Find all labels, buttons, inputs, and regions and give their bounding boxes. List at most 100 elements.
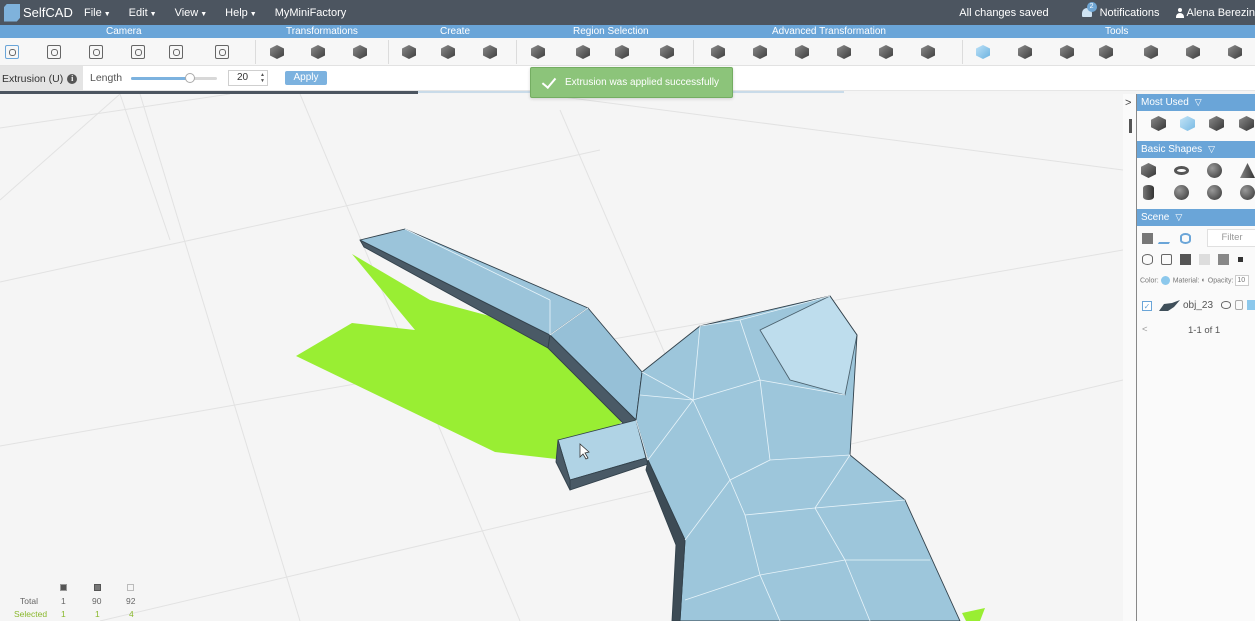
hide-all-icon[interactable]: [1157, 233, 1176, 244]
main-toolbar: [0, 38, 1255, 66]
slicer-button[interactable]: [1184, 43, 1202, 61]
move-tool-button[interactable]: [268, 43, 286, 61]
shape-geosphere[interactable]: [1207, 185, 1222, 200]
camera-front-icon: [47, 45, 61, 59]
chevron-left-icon[interactable]: <: [1142, 324, 1148, 335]
material-icon[interactable]: [1218, 254, 1229, 265]
drawing-button[interactable]: [439, 43, 457, 61]
taper-button[interactable]: [835, 43, 853, 61]
camera-fit-button[interactable]: [213, 43, 231, 61]
group-icon[interactable]: [1142, 233, 1153, 244]
show-all-icon[interactable]: [1180, 233, 1191, 244]
generators-button[interactable]: [481, 43, 499, 61]
hollow-button[interactable]: [1058, 43, 1076, 61]
bell-icon: 2: [1081, 2, 1097, 19]
shape-cylinder[interactable]: [1141, 185, 1156, 200]
taper-icon: [837, 45, 851, 59]
eye-icon[interactable]: [1221, 301, 1231, 309]
most-used-tool-2[interactable]: [1180, 116, 1195, 131]
select-object-button[interactable]: [529, 43, 547, 61]
eye-icon[interactable]: [1142, 254, 1153, 265]
save-status: All changes saved: [959, 6, 1049, 19]
camera-home-button[interactable]: [3, 43, 21, 61]
object-checkbox[interactable]: ✓: [1142, 301, 1152, 311]
opacity-input[interactable]: 10: [1235, 275, 1250, 286]
app-logo[interactable]: SelfCAD: [0, 0, 80, 25]
dot-icon[interactable]: [1238, 257, 1243, 262]
menu-edit-label: Edit: [128, 6, 148, 19]
info-icon[interactable]: i: [67, 73, 78, 84]
chevron-right-icon[interactable]: >: [1125, 97, 1131, 109]
drag-handle[interactable]: [1129, 119, 1132, 133]
shape-sphere[interactable]: [1207, 163, 1222, 178]
material-icon[interactable]: ◐: [1202, 277, 1206, 284]
menu-file[interactable]: File ▼: [84, 7, 111, 19]
chevron-down-icon: ▼: [103, 10, 111, 18]
extrusion-button[interactable]: [709, 43, 727, 61]
copy-tool-button[interactable]: [309, 43, 327, 61]
length-input[interactable]: 20 ▲ ▼: [228, 70, 268, 86]
shapes-button[interactable]: [400, 43, 418, 61]
shape-cube[interactable]: [1141, 163, 1156, 178]
scene-object-row[interactable]: ✓ obj_23: [1137, 296, 1255, 316]
shape-torus[interactable]: [1174, 163, 1189, 178]
spinner-icon[interactable]: ▲ ▼: [260, 72, 265, 84]
magic-tool-button[interactable]: [1226, 43, 1244, 61]
most-used-tool-4[interactable]: [1239, 116, 1254, 131]
user-menu[interactable]: Alena Berezin: [1175, 7, 1255, 19]
section-create: Create: [440, 26, 471, 37]
scene-header[interactable]: Scene ▽: [1137, 209, 1255, 226]
scene-filter-input[interactable]: Filter: [1207, 229, 1255, 247]
menu-edit[interactable]: Edit ▼: [129, 7, 157, 19]
notifications-button[interactable]: 2 Notifications: [1081, 2, 1160, 19]
length-value: 20: [237, 72, 249, 83]
fillet-button[interactable]: [793, 43, 811, 61]
menu-help[interactable]: Help ▼: [225, 7, 257, 19]
shape-cone[interactable]: [1240, 163, 1255, 178]
simplification-button[interactable]: [1016, 43, 1034, 61]
basic-shapes-header[interactable]: Basic Shapes ▽: [1137, 141, 1255, 158]
lock-icon[interactable]: [1235, 300, 1243, 310]
3d-viewport[interactable]: [0, 94, 1123, 621]
shape-polyhedron[interactable]: [1240, 185, 1255, 200]
object-thumbnail-icon: [1159, 300, 1180, 311]
wireframe-icon[interactable]: [1199, 254, 1210, 265]
bevel-button[interactable]: [751, 43, 769, 61]
camera-snapshot-button[interactable]: [167, 43, 185, 61]
color-swatch[interactable]: [1160, 276, 1170, 285]
select-edge-button[interactable]: [613, 43, 631, 61]
camera-rotate-button[interactable]: [129, 43, 147, 61]
panel-collapse-strip: >: [1123, 94, 1137, 621]
toolbar-divider: [255, 40, 256, 64]
camera-back-button[interactable]: [87, 43, 105, 61]
bend-button[interactable]: [919, 43, 937, 61]
solidify-button[interactable]: [1142, 43, 1160, 61]
camera-back-icon: [89, 45, 103, 59]
mirror-tool-button[interactable]: [351, 43, 369, 61]
select-vertex-button[interactable]: [658, 43, 676, 61]
stitch-scoop-button[interactable]: [974, 43, 992, 61]
most-used-header[interactable]: Most Used ▽: [1137, 94, 1255, 111]
camera-home-icon: [5, 45, 19, 59]
total-label: Total: [20, 596, 38, 606]
lock-icon[interactable]: [1161, 254, 1172, 265]
select-face-button[interactable]: [574, 43, 592, 61]
twist-button[interactable]: [877, 43, 895, 61]
most-used-tool-3[interactable]: [1209, 116, 1224, 131]
most-used-tool-1[interactable]: [1151, 116, 1166, 131]
camera-front-button[interactable]: [45, 43, 63, 61]
slider-handle[interactable]: [185, 73, 196, 83]
sculpting-button[interactable]: [1097, 43, 1115, 61]
scene-canvas[interactable]: [0, 94, 1123, 621]
color-icon[interactable]: [1247, 300, 1255, 310]
menu-myminifactory[interactable]: MyMiniFactory: [275, 7, 347, 19]
apply-button[interactable]: Apply: [285, 71, 327, 85]
filter-icon: ▽: [1194, 97, 1202, 107]
success-toast[interactable]: Extrusion was applied successfully: [530, 67, 733, 98]
section-region-selection: Region Selection: [573, 26, 649, 37]
cube-icon[interactable]: [1180, 254, 1191, 265]
menu-view-label: View: [174, 6, 199, 19]
length-slider[interactable]: [131, 73, 217, 83]
shape-spheres[interactable]: [1174, 185, 1189, 200]
menu-view[interactable]: View ▼: [175, 7, 208, 19]
